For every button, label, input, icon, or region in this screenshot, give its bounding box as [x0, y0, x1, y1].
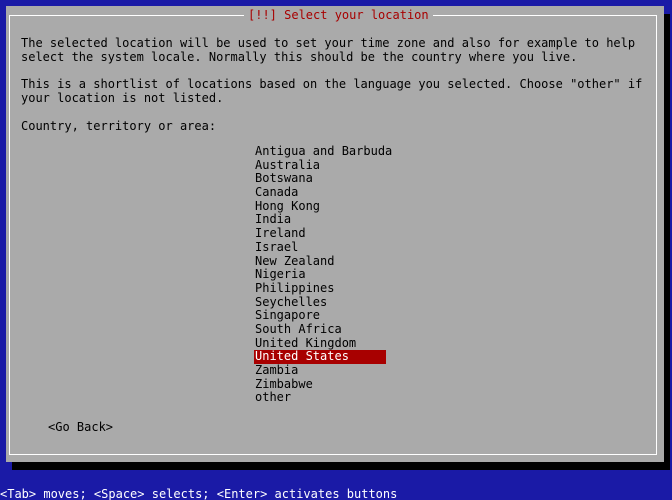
list-item[interactable]: India: [254, 213, 386, 227]
go-back-button[interactable]: <Go Back>: [48, 420, 113, 434]
list-item[interactable]: other: [254, 391, 386, 405]
list-item[interactable]: Nigeria: [254, 267, 386, 282]
country-prompt-label: Country, territory or area:: [21, 119, 217, 133]
list-item[interactable]: New Zealand: [254, 254, 386, 269]
list-item[interactable]: Hong Kong: [254, 199, 386, 214]
list-item[interactable]: Israel: [254, 240, 386, 255]
shortlist-text-line-1: This is a shortlist of locations based o…: [21, 77, 643, 91]
installer-screen: [!!] Select your location The selected l…: [0, 0, 672, 500]
list-item[interactable]: Zimbabwe: [254, 377, 386, 392]
keyboard-help-status-line: <Tab> moves; <Space> selects; <Enter> ac…: [0, 487, 398, 500]
list-item[interactable]: Australia: [254, 158, 386, 173]
shortlist-text-line-2: your location is not listed.: [21, 91, 224, 105]
list-item[interactable]: United Kingdom: [254, 336, 386, 351]
list-item[interactable]: Canada: [254, 185, 386, 200]
intro-text-line-1: The selected location will be used to se…: [21, 36, 636, 50]
intro-text-line-2: select the system locale. Normally this …: [21, 50, 578, 64]
list-item[interactable]: Zambia: [254, 363, 386, 378]
list-item[interactable]: Seychelles: [254, 295, 386, 310]
list-item-selected[interactable]: United States: [254, 350, 386, 364]
location-list[interactable]: Antigua and Barbuda Australia Botswana Cana…: [254, 144, 392, 405]
list-item[interactable]: Philippines: [254, 281, 386, 296]
list-item[interactable]: Antigua and Barbuda: [254, 144, 392, 159]
list-item[interactable]: South Africa: [254, 322, 386, 337]
list-item[interactable]: Singapore: [254, 309, 386, 323]
list-item[interactable]: Botswana: [254, 172, 386, 186]
select-location-dialog: [!!] Select your location The selected l…: [6, 6, 664, 462]
list-item[interactable]: Ireland: [254, 226, 386, 241]
dialog-title: [!!] Select your location: [244, 8, 433, 22]
